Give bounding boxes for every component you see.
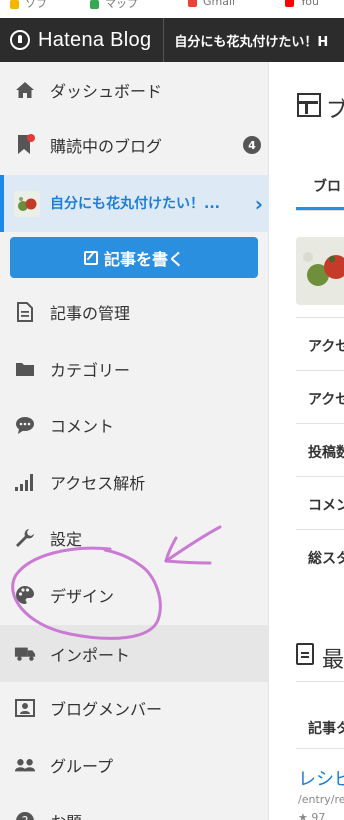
- stat-label: アクセ: [308, 339, 344, 355]
- svg-text:?: ?: [22, 815, 29, 820]
- sidebar-item-label: アクセス解析: [50, 474, 146, 493]
- sidebar-item-settings[interactable]: 設定: [0, 513, 269, 563]
- stat-label: コメン: [308, 498, 344, 514]
- tab-active-indicator: [296, 207, 344, 210]
- entry-stars: ★ 97: [298, 811, 326, 820]
- sidebar-item-groups[interactable]: グループ: [0, 740, 269, 790]
- write-article-button[interactable]: 記事を書く: [10, 237, 258, 278]
- sidebar-item-design[interactable]: デザイン: [0, 570, 269, 620]
- stat-row: コメン: [296, 476, 344, 532]
- sidebar-item-members[interactable]: ブログメンバー: [0, 683, 269, 733]
- main-content: ブ ブロ アクセ アクセ 投稿数 コメン 総スタ 最 記事タ レシピ /entr…: [270, 62, 344, 820]
- document-icon: [296, 643, 314, 665]
- youtube-icon: [285, 0, 294, 7]
- bookmark-1[interactable]: ソフ: [10, 0, 47, 11]
- sidebar-item-topics[interactable]: ? お題: [0, 796, 269, 820]
- blog-header-image: [296, 237, 344, 305]
- stat-label: アクセ: [308, 392, 344, 408]
- dashboard-icon: [297, 93, 321, 117]
- palette-icon: [14, 584, 36, 606]
- sidebar-item-analytics[interactable]: アクセス解析: [0, 457, 269, 507]
- stat-row: 総スタ: [296, 529, 344, 585]
- bookmark-3[interactable]: Gmail: [188, 0, 235, 8]
- sidebar-item-label: ダッシュボード: [50, 82, 163, 101]
- count-badge: 4: [243, 136, 261, 154]
- sidebar-item-label: インポート: [50, 645, 131, 665]
- list-column-header: 記事タ: [308, 721, 344, 737]
- sidebar-current-blog[interactable]: 自分にも花丸付けたい！... ›: [0, 175, 269, 232]
- bookmark-icon: [14, 134, 36, 156]
- sidebar-item-import[interactable]: インポート: [0, 625, 269, 682]
- blog-thumbnail: [14, 191, 40, 217]
- wrench-icon: [14, 527, 36, 549]
- sidebar: ダッシュボード 購読中のブログ 4 自分にも花丸付けたい！... › 記事を書く…: [0, 62, 269, 820]
- sidebar-item-articles[interactable]: 記事の管理: [0, 287, 269, 337]
- folder-icon: [14, 358, 36, 380]
- header-blog-title[interactable]: 自分にも花丸付けたい！H: [174, 31, 328, 50]
- bookmark-4[interactable]: You: [285, 0, 319, 8]
- stat-row: アクセ: [296, 317, 344, 373]
- header-divider: [163, 18, 165, 62]
- entry-title-link[interactable]: レシピ: [298, 765, 344, 791]
- sidebar-item-dashboard[interactable]: ダッシュボード: [0, 65, 269, 115]
- stat-label: 投稿数: [308, 445, 344, 461]
- recent-articles-title: 最: [322, 648, 344, 673]
- maps-icon: [90, 0, 99, 9]
- sidebar-item-label: デザイン: [50, 587, 115, 606]
- top-header: Hatena Blog 自分にも花丸付けたい！H: [0, 18, 344, 62]
- sidebar-item-label: グループ: [50, 757, 114, 776]
- sidebar-item-label: カテゴリー: [50, 361, 131, 380]
- current-blog-name: 自分にも花丸付けたい！...: [50, 196, 220, 212]
- sidebar-item-label: ブログメンバー: [50, 700, 163, 719]
- stat-row: 投稿数: [296, 423, 344, 479]
- write-button-label: 記事を書く: [103, 249, 184, 269]
- sidebar-item-label: お題: [50, 809, 82, 820]
- bar-chart-icon: [14, 471, 36, 493]
- entry-path: /entry/re: [298, 793, 344, 806]
- comment-icon: [14, 414, 36, 436]
- divider: [296, 748, 344, 749]
- sidebar-item-subscriptions[interactable]: 購読中のブログ 4: [0, 120, 269, 170]
- edit-icon: [83, 250, 98, 265]
- sidebar-item-label: 記事の管理: [50, 304, 131, 323]
- stat-label: 総スタ: [308, 551, 344, 567]
- id-card-icon: [14, 697, 36, 719]
- truck-icon: [14, 643, 36, 665]
- sidebar-item-categories[interactable]: カテゴリー: [0, 344, 269, 394]
- sidebar-item-label: コメント: [50, 417, 115, 436]
- hatena-logo-icon[interactable]: [10, 30, 30, 50]
- document-icon: [14, 301, 36, 323]
- gmail-icon: [188, 0, 197, 7]
- users-icon: [14, 754, 36, 776]
- notification-dot: [27, 134, 35, 142]
- sidebar-item-label: 購読中のブログ: [50, 137, 163, 156]
- divider: [296, 681, 344, 682]
- page-title: ブ: [326, 98, 344, 123]
- bookmark-icon: [10, 0, 19, 9]
- chevron-right-icon: ›: [254, 192, 263, 216]
- bookmark-2[interactable]: マップ: [90, 0, 138, 11]
- sidebar-item-label: 設定: [50, 530, 83, 549]
- tab-blog[interactable]: ブロ: [313, 176, 341, 196]
- question-icon: ?: [14, 810, 36, 820]
- stat-row: アクセ: [296, 370, 344, 426]
- home-icon: [14, 79, 36, 101]
- sidebar-item-comments[interactable]: コメント: [0, 400, 269, 450]
- tab-divider: [296, 210, 344, 211]
- logo-text[interactable]: Hatena Blog: [38, 29, 151, 52]
- bookmarks-bar: ソフ マップ Gmail You: [0, 0, 344, 18]
